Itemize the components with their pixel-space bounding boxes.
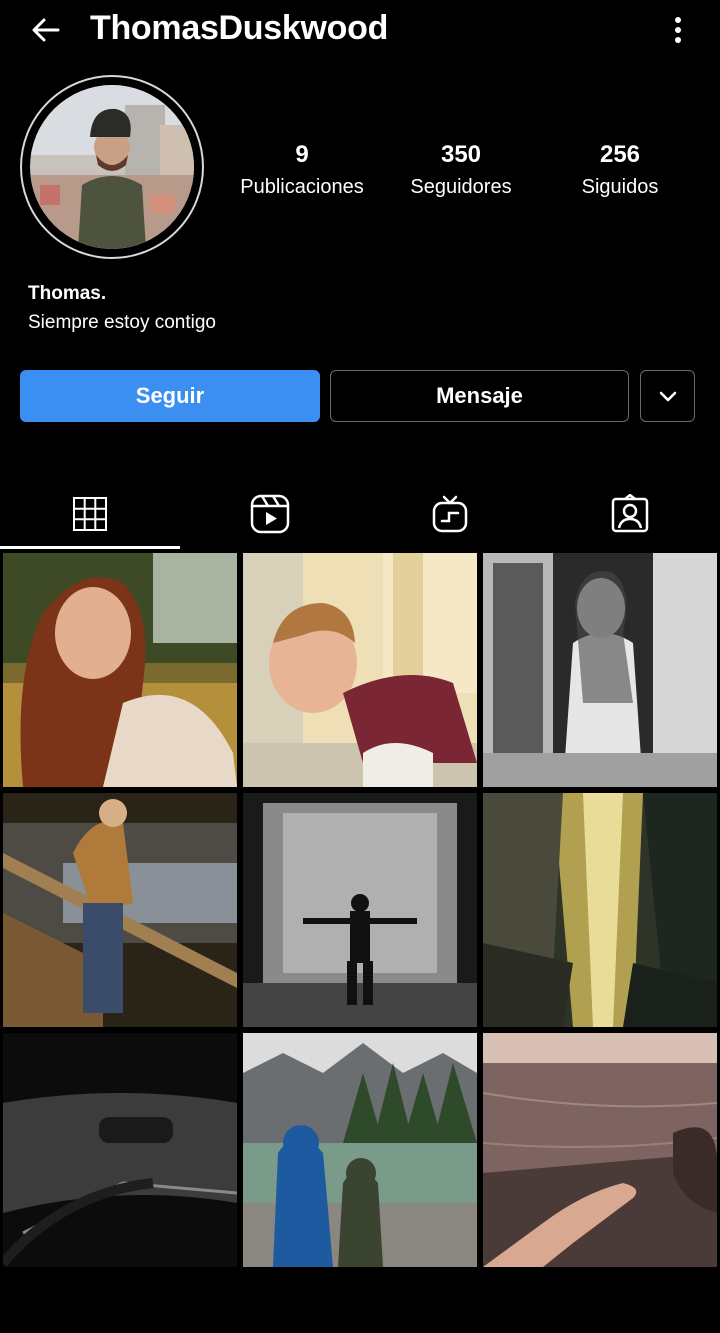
stat-following-count: 256 xyxy=(599,141,641,168)
profile-username: ThomasDuskwood xyxy=(90,9,389,47)
profile-tabs xyxy=(0,478,720,550)
post-thumbnail-5[interactable] xyxy=(243,793,477,1027)
post-thumbnail-3[interactable] xyxy=(483,553,717,787)
active-tab-indicator xyxy=(0,546,180,549)
stat-posts-label: Publicaciones xyxy=(240,176,364,198)
more-options-icon[interactable] xyxy=(662,12,694,48)
stat-followers-label: Seguidores xyxy=(410,176,512,198)
tagged-icon xyxy=(611,494,649,533)
bio-text: Siempre estoy contigo xyxy=(28,312,216,333)
tab-tagged[interactable] xyxy=(540,478,720,550)
stat-followers[interactable]: 350 Seguidores xyxy=(381,140,541,201)
igtv-icon xyxy=(432,495,468,533)
post-thumbnail-9[interactable] xyxy=(483,1033,717,1267)
grid-icon xyxy=(73,497,107,531)
avatar[interactable] xyxy=(20,75,204,259)
bio-name: Thomas. xyxy=(28,283,107,304)
post-thumbnail-8[interactable] xyxy=(243,1033,477,1267)
tab-reels[interactable] xyxy=(180,478,360,550)
suggestions-button[interactable] xyxy=(640,370,695,422)
stat-posts[interactable]: 9 Publicaciones xyxy=(222,140,382,201)
stat-following[interactable]: 256 Siguidos xyxy=(540,140,700,201)
post-thumbnail-2[interactable] xyxy=(243,553,477,787)
stat-posts-count: 9 xyxy=(295,141,309,168)
post-thumbnail-6[interactable] xyxy=(483,793,717,1027)
post-thumbnail-7[interactable] xyxy=(3,1033,237,1267)
profile-page: ThomasDuskwood 9 Publicaciones 350 Segui… xyxy=(0,0,720,1333)
message-button[interactable]: Mensaje xyxy=(330,370,629,422)
post-thumbnail-1[interactable] xyxy=(3,553,237,787)
reels-icon xyxy=(250,494,290,534)
tab-grid[interactable] xyxy=(0,478,180,550)
tab-igtv[interactable] xyxy=(360,478,540,550)
top-bar: ThomasDuskwood xyxy=(0,0,720,58)
follow-button[interactable]: Seguir xyxy=(20,370,320,422)
post-thumbnail-4[interactable] xyxy=(3,793,237,1027)
back-arrow-icon[interactable] xyxy=(28,12,64,48)
avatar-image xyxy=(30,85,194,249)
stat-following-label: Siguidos xyxy=(581,176,659,198)
stat-followers-count: 350 xyxy=(440,141,482,168)
chevron-down-icon xyxy=(659,391,676,402)
